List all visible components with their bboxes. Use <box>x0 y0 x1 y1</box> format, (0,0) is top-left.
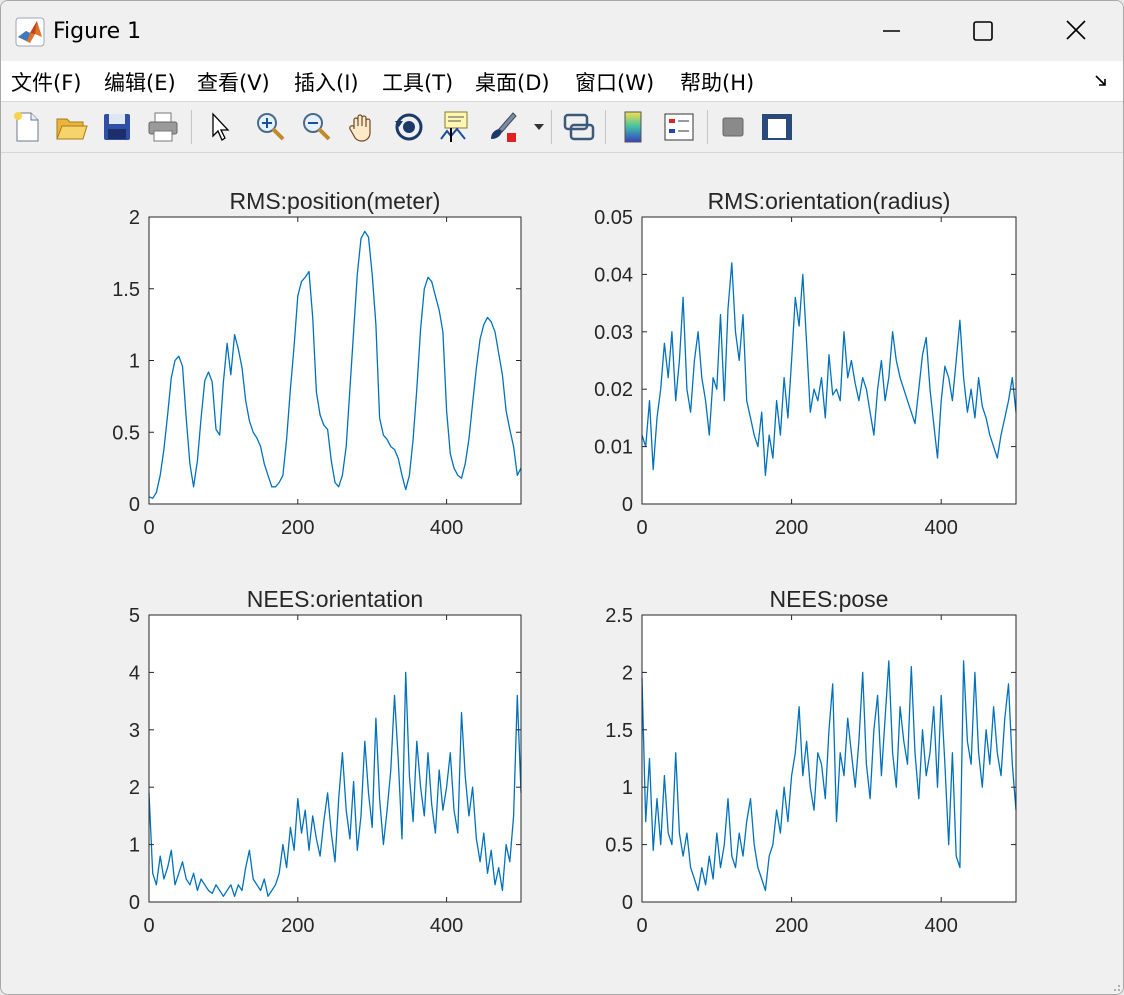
axes-3[interactable]: 0 200 400 0 1 2 3 4 5 NEES:orientation <box>129 586 522 937</box>
menu-tools[interactable]: 工具(T) <box>382 67 453 97</box>
dock-arrow-icon[interactable] <box>1093 73 1109 89</box>
menu-desktop[interactable]: 桌面(D) <box>475 67 550 97</box>
menu-view[interactable]: 查看(V) <box>197 67 270 97</box>
menu-insert[interactable]: 插入(I) <box>294 67 359 97</box>
toolbar-separator <box>605 110 606 144</box>
x-tick-label: 400 <box>430 915 463 937</box>
axes-1[interactable]: 0 200 400 0 0.5 1 1.5 2 RMS:position(meter) <box>112 188 522 539</box>
x-tick-label: 0 <box>143 517 154 539</box>
axes-title: RMS:position(meter) <box>230 188 441 214</box>
y-tick-label: 3 <box>129 720 140 742</box>
subplot-grid: 0 200 40000.511.52RMS:position(meter)0 200 4… <box>112 188 1017 937</box>
x-tick-label: 400 <box>925 915 958 937</box>
x-tick-label: 400 <box>430 517 463 539</box>
close-button[interactable] <box>1053 11 1101 51</box>
axes-4[interactable]: 0 200 400 0 0.5 1 1.5 2 2.5 NEES:pose <box>605 586 1017 937</box>
y-tick-label: 1 <box>129 835 140 857</box>
y-tick-label: 1 <box>129 351 140 373</box>
y-tick-label: 0 <box>622 494 633 516</box>
axes-title: NEES:pose <box>770 586 889 612</box>
minimize-button[interactable] <box>867 11 915 51</box>
toolbar-separator <box>707 110 708 144</box>
y-tick-label: 0.01 <box>594 437 633 459</box>
matlab-logo-icon <box>15 17 45 47</box>
close-icon <box>1066 20 1086 40</box>
open-file-icon[interactable] <box>53 109 89 145</box>
zoom-out-icon[interactable] <box>299 109 335 145</box>
y-tick-label: 0.05 <box>594 207 633 229</box>
select-arrow-icon[interactable] <box>203 109 239 145</box>
legend-icon[interactable] <box>661 109 697 145</box>
maximize-button[interactable] <box>959 11 1007 51</box>
y-tick-label: 0.5 <box>605 835 633 857</box>
y-tick-label: 2 <box>622 662 633 684</box>
x-tick-label: 0 <box>636 915 647 937</box>
minimize-icon <box>883 30 900 32</box>
resize-grip-icon[interactable] <box>1109 980 1121 992</box>
y-tick-label: 2 <box>129 777 140 799</box>
window-title: Figure 1 <box>53 19 142 44</box>
x-tick-label: 200 <box>281 517 314 539</box>
y-tick-label: 0.04 <box>594 264 633 286</box>
axes-title: NEES:orientation <box>247 586 423 612</box>
y-tick-label: 0 <box>129 494 140 516</box>
x-tick-label: 400 <box>925 517 958 539</box>
y-tick-label: 2.5 <box>605 605 633 627</box>
maximize-icon <box>973 21 993 41</box>
toolbar-separator <box>551 110 552 144</box>
data-cursor-icon[interactable] <box>437 109 473 145</box>
y-tick-label: 2 <box>129 207 140 229</box>
figure-toolbar <box>1 102 1123 153</box>
menu-help[interactable]: 帮助(H) <box>680 67 754 97</box>
y-tick-label: 1 <box>622 777 633 799</box>
y-tick-label: 0 <box>622 892 633 914</box>
y-tick-label: 5 <box>129 605 140 627</box>
y-tick-label: 0.03 <box>594 322 633 344</box>
figure-canvas: 0 200 400 0 0.5 1 1.5 2 RMS:position(meter) 0 200 4… <box>1 153 1123 994</box>
x-tick-label: 200 <box>281 915 314 937</box>
y-tick-label: 0 <box>129 892 140 914</box>
y-tick-label: 0.02 <box>594 379 633 401</box>
colorbar-icon[interactable] <box>615 109 651 145</box>
y-tick-label: 0.5 <box>112 422 140 444</box>
pan-hand-icon[interactable] <box>345 109 381 145</box>
show-plot-tools-icon[interactable] <box>759 109 795 145</box>
rotate-3d-icon[interactable] <box>391 109 427 145</box>
print-icon[interactable] <box>145 109 181 145</box>
axes-2[interactable]: 0 200 400 0 0.01 0.02 0.03 0.04 0.05 RMS:orientat… <box>594 188 1017 539</box>
new-figure-icon[interactable] <box>9 109 45 145</box>
menu-window[interactable]: 窗口(W) <box>575 67 654 97</box>
hide-plot-tools-icon[interactable] <box>715 109 751 145</box>
y-tick-label: 1.5 <box>112 279 140 301</box>
figure-window: Figure 1 文件(F) 编辑(E) 查看(V) 插入(I) 工具(T) 桌… <box>0 0 1124 995</box>
brush-icon[interactable] <box>485 109 521 145</box>
axes-title: RMS:orientation(radius) <box>708 188 951 214</box>
y-tick-label: 1.5 <box>605 720 633 742</box>
menu-edit[interactable]: 编辑(E) <box>104 67 176 97</box>
menu-file[interactable]: 文件(F) <box>11 67 81 97</box>
x-tick-label: 0 <box>636 517 647 539</box>
save-icon[interactable] <box>99 109 135 145</box>
y-tick-label: 4 <box>129 662 140 684</box>
link-plot-icon[interactable] <box>561 109 597 145</box>
menu-bar: 文件(F) 编辑(E) 查看(V) 插入(I) 工具(T) 桌面(D) 窗口(W… <box>1 61 1123 102</box>
toolbar-separator <box>191 110 192 144</box>
zoom-in-icon[interactable] <box>253 109 289 145</box>
x-tick-label: 200 <box>775 517 808 539</box>
x-tick-label: 0 <box>143 915 154 937</box>
title-bar[interactable]: Figure 1 <box>1 1 1123 61</box>
brush-dropdown-icon[interactable] <box>533 122 545 132</box>
x-tick-label: 200 <box>775 915 808 937</box>
